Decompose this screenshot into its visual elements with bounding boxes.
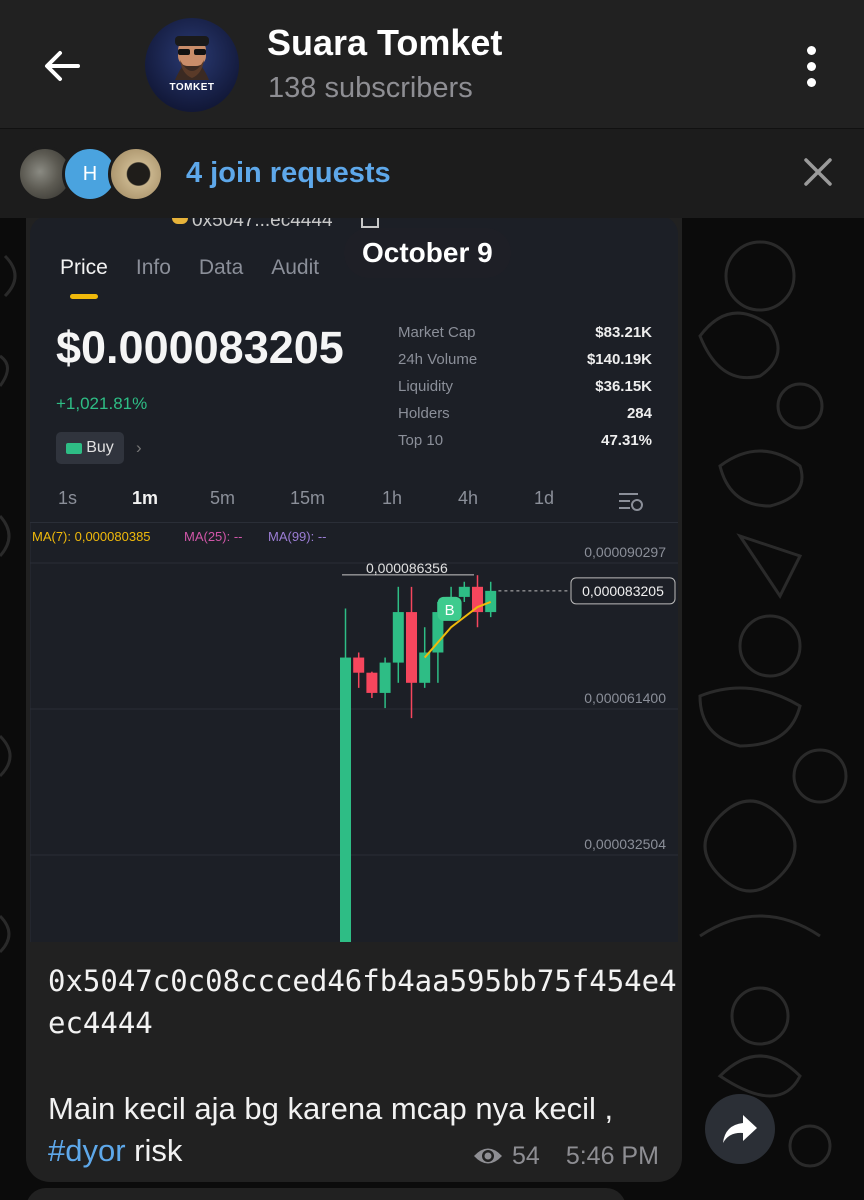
interval-1s: 1s bbox=[58, 488, 78, 508]
chart-settings-icon bbox=[619, 493, 643, 511]
candle-body bbox=[485, 590, 497, 613]
buy-marker-label: B bbox=[445, 602, 455, 619]
post-text-main: Main kecil aja bg karena mcap nya kecil … bbox=[48, 1091, 614, 1126]
ma99-legend: MA(99): -- bbox=[268, 529, 327, 544]
stat-row: Liquidity $36.15K bbox=[398, 378, 652, 405]
requester-avatar bbox=[108, 146, 164, 202]
stat-value: 47.31% bbox=[601, 432, 652, 449]
channel-post: 0x5047...ec4444 Price Info Data Audit $0… bbox=[26, 216, 682, 1182]
candlestick-chart: MA(7): 0,000080385 MA(25): -- MA(99): -- 0,… bbox=[30, 523, 678, 942]
y-tick-label: 0,000032504 bbox=[584, 836, 666, 852]
tab-data: Data bbox=[198, 256, 244, 279]
tab-audit: Audit bbox=[271, 256, 320, 279]
avatar-initial: H bbox=[82, 162, 98, 185]
price-change: +1,021.81% bbox=[56, 394, 148, 413]
stat-row: Top 10 47.31% bbox=[398, 432, 652, 459]
avatar-label: TOMKET bbox=[169, 82, 215, 93]
y-tick-label: 0,000090297 bbox=[584, 544, 666, 560]
interval-4h: 4h bbox=[458, 488, 479, 508]
subscriber-count: 138 subscribers bbox=[268, 72, 473, 104]
stat-value: $36.15K bbox=[595, 378, 652, 395]
stat-label: Market Cap bbox=[398, 324, 476, 341]
kebab-dot-icon bbox=[806, 45, 816, 55]
ma25-legend: MA(25): -- bbox=[184, 529, 243, 544]
interval-1h: 1h bbox=[382, 488, 403, 508]
close-icon[interactable] bbox=[796, 150, 840, 194]
interval-15m: 15m bbox=[290, 488, 326, 508]
chevron-right-icon: › bbox=[136, 438, 142, 457]
forward-button[interactable] bbox=[705, 1094, 775, 1164]
stat-label: Liquidity bbox=[398, 378, 454, 395]
post-image[interactable]: 0x5047...ec4444 Price Info Data Audit $0… bbox=[30, 216, 678, 942]
stat-value: $83.21K bbox=[595, 324, 652, 341]
interval-1d: 1d bbox=[534, 488, 555, 508]
candle-body bbox=[340, 657, 351, 942]
tab-price: Price bbox=[60, 256, 108, 279]
candle-body bbox=[472, 586, 483, 613]
post-meta: 54 5:46 PM bbox=[472, 1140, 659, 1172]
avatar-illustration bbox=[175, 36, 209, 80]
next-post-edge bbox=[26, 1188, 626, 1200]
price-chart: MA(7): 0,000080385 MA(25): -- MA(99): -- 0,… bbox=[30, 522, 678, 942]
views-eye-icon bbox=[474, 1148, 502, 1164]
stat-row: Holders 284 bbox=[398, 405, 652, 432]
kebab-dot-icon bbox=[806, 61, 816, 71]
stat-value: 284 bbox=[626, 405, 652, 422]
chat-header: TOMKET Suara Tomket 138 subscribers bbox=[0, 0, 864, 128]
cart-icon bbox=[66, 442, 83, 454]
join-requests-bar[interactable]: H 4 join requests bbox=[0, 128, 864, 218]
interval-5m: 5m bbox=[210, 488, 236, 508]
token-contract-short: 0x5047...ec4444 bbox=[172, 216, 333, 232]
interval-1m: 1m bbox=[132, 488, 159, 508]
join-requests-link[interactable]: 4 join requests bbox=[186, 157, 391, 190]
telegram-channel-screen: TOMKET Suara Tomket 138 subscribers H 4 … bbox=[0, 0, 864, 1200]
back-button[interactable] bbox=[36, 40, 88, 92]
back-arrow-icon bbox=[45, 51, 80, 81]
view-count: 54 bbox=[512, 1141, 540, 1170]
candle-body bbox=[458, 586, 470, 597]
channel-title[interactable]: Suara Tomket bbox=[267, 22, 502, 64]
ma7-legend: MA(7): 0,000080385 bbox=[32, 529, 151, 544]
active-tab-indicator bbox=[70, 294, 98, 299]
stat-row: 24h Volume $140.19K bbox=[398, 351, 652, 378]
last-price-tag: 0,000083205 bbox=[582, 583, 664, 599]
channel-avatar[interactable]: TOMKET bbox=[145, 18, 239, 112]
tab-info: Info bbox=[135, 256, 171, 279]
high-marker-label: 0,000086356 bbox=[366, 560, 448, 576]
hashtag-link[interactable]: #dyor bbox=[48, 1133, 126, 1168]
buy-label: Buy bbox=[86, 439, 114, 456]
candle-body bbox=[406, 612, 417, 683]
date-pill: October 9 bbox=[344, 228, 511, 278]
contract-address[interactable]: 0x5047c0c08ccced46fb4aa595bb75f454e4ec44… bbox=[48, 960, 678, 1044]
candle-body bbox=[366, 672, 378, 693]
kebab-dot-icon bbox=[806, 77, 816, 87]
candle-body bbox=[392, 612, 404, 663]
post-time: 5:46 PM bbox=[565, 1141, 659, 1170]
post-text-tail: risk bbox=[125, 1133, 183, 1168]
contract-short-text: 0x5047...ec4444 bbox=[192, 216, 333, 231]
interval-selector: 1s 1m 5m 15m 1h 4h 1d bbox=[30, 488, 678, 524]
share-arrow-icon bbox=[723, 1115, 757, 1143]
token-price: $0.000083205 bbox=[56, 322, 344, 373]
stat-value: $140.19K bbox=[586, 351, 652, 368]
stat-label: Top 10 bbox=[398, 432, 444, 449]
buy-button: Buy bbox=[56, 432, 124, 464]
candle-body bbox=[353, 657, 365, 673]
token-stats: Market Cap $83.21K 24h Volume $140.19K Liq… bbox=[398, 324, 652, 459]
candle-body bbox=[379, 662, 391, 693]
stat-row: Market Cap $83.21K bbox=[398, 324, 652, 351]
y-tick-label: 0,000061400 bbox=[584, 690, 666, 706]
stat-label: Holders bbox=[398, 405, 450, 422]
token-tabs: Price Info Data Audit bbox=[60, 256, 347, 280]
stat-label: 24h Volume bbox=[398, 351, 478, 368]
more-options-button[interactable] bbox=[790, 40, 832, 92]
